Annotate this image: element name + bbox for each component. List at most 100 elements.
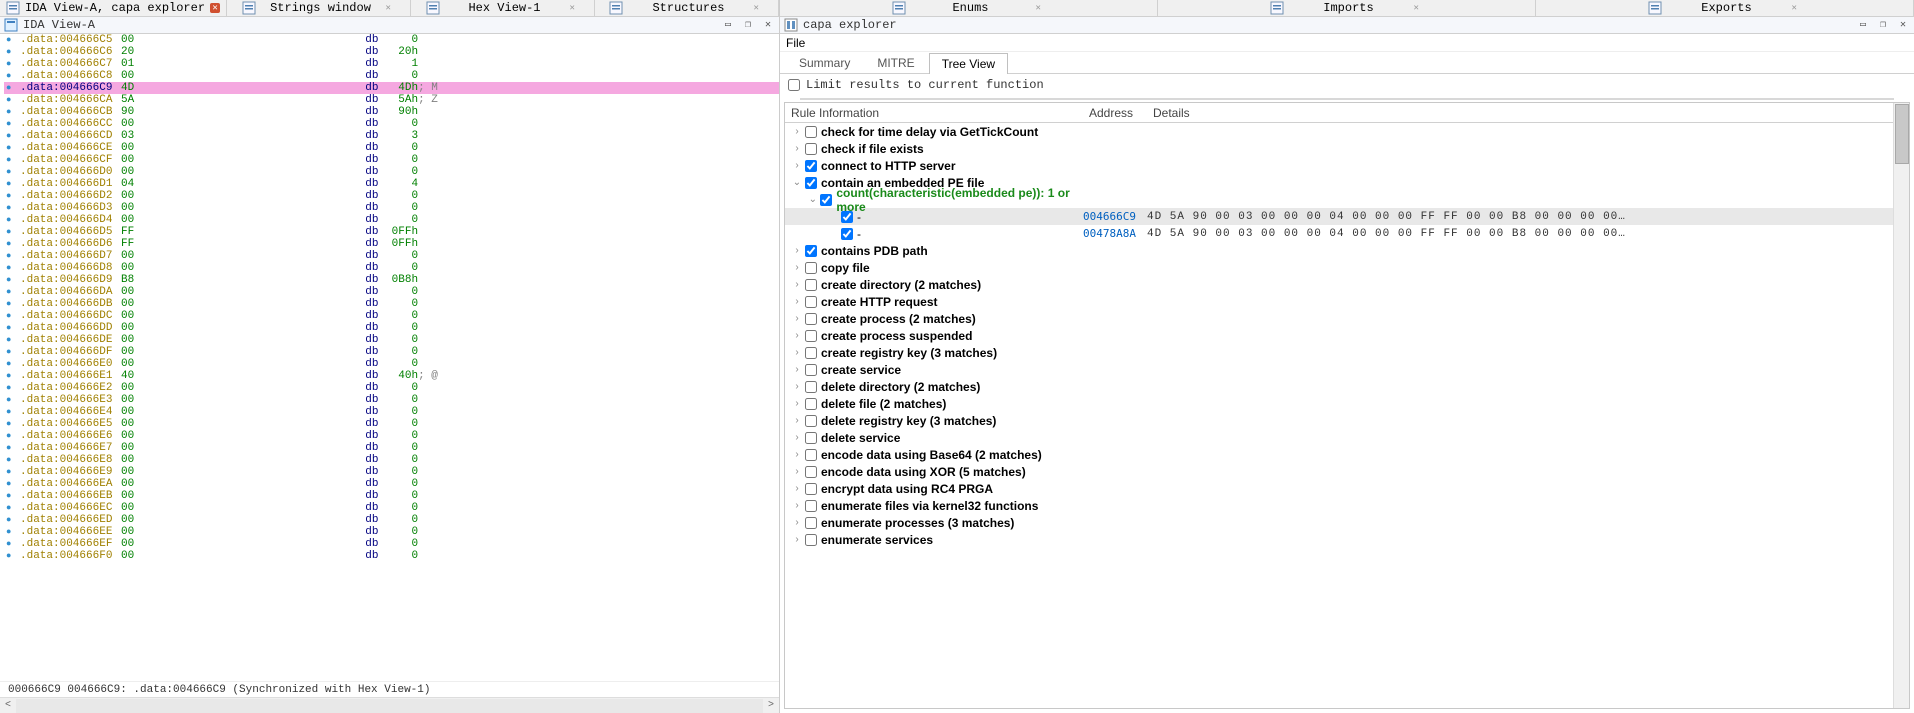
rule-checkbox[interactable] xyxy=(805,245,817,257)
rule-row[interactable]: ›encrypt data using RC4 PRGA xyxy=(785,480,1893,497)
disassembly-listing[interactable]: ●.data:004666C5 00 db 0●.data:004666C6 2… xyxy=(0,34,779,681)
restore-icon[interactable]: ▭ xyxy=(721,19,735,31)
disasm-row[interactable]: ●.data:004666C7 01 db 1 xyxy=(4,58,779,70)
expand-icon[interactable]: › xyxy=(791,466,803,477)
expand-icon[interactable]: › xyxy=(791,126,803,137)
tab-close-icon[interactable]: ✕ xyxy=(386,3,396,13)
rule-checkbox[interactable] xyxy=(805,517,817,529)
disasm-row[interactable]: ●.data:004666E6 00 db 0 xyxy=(4,430,779,442)
rule-row[interactable]: ›copy file xyxy=(785,259,1893,276)
disasm-row[interactable]: ●.data:004666DA 00 db 0 xyxy=(4,286,779,298)
inner-tab-summary[interactable]: Summary xyxy=(786,52,863,73)
expand-icon[interactable]: › xyxy=(791,296,803,307)
collapse-icon[interactable]: ⌄ xyxy=(807,194,818,205)
rule-checkbox[interactable] xyxy=(805,347,817,359)
expand-icon[interactable]: › xyxy=(791,517,803,528)
menu-file[interactable]: File xyxy=(786,36,805,50)
rule-row[interactable]: -004666C94D 5A 90 00 03 00 00 00 04 00 0… xyxy=(785,208,1893,225)
disasm-row[interactable]: ●.data:004666D4 00 db 0 xyxy=(4,214,779,226)
rule-address[interactable]: 00478A8A xyxy=(1083,227,1147,240)
rule-checkbox[interactable] xyxy=(805,381,817,393)
expand-icon[interactable]: › xyxy=(791,364,803,375)
disasm-row[interactable]: ●.data:004666E2 00 db 0 xyxy=(4,382,779,394)
tab-close-icon[interactable]: ✕ xyxy=(210,3,220,13)
rule-row[interactable]: ›delete directory (2 matches) xyxy=(785,378,1893,395)
disasm-row[interactable]: ●.data:004666D8 00 db 0 xyxy=(4,262,779,274)
rule-checkbox[interactable] xyxy=(805,534,817,546)
rule-row[interactable]: ›delete service xyxy=(785,429,1893,446)
col-details[interactable]: Details xyxy=(1147,103,1893,122)
disasm-row[interactable]: ●.data:004666EA 00 db 0 xyxy=(4,478,779,490)
disasm-row[interactable]: ●.data:004666C5 00 db 0 xyxy=(4,34,779,46)
disasm-row[interactable]: ●.data:004666D0 00 db 0 xyxy=(4,166,779,178)
expand-icon[interactable]: › xyxy=(791,432,803,443)
rule-row[interactable]: ›check for time delay via GetTickCount xyxy=(785,123,1893,140)
tab-hex-view-1[interactable]: Hex View-1✕ xyxy=(411,0,595,16)
disasm-row[interactable]: ●.data:004666EC 00 db 0 xyxy=(4,502,779,514)
rule-row[interactable]: ›encode data using XOR (5 matches) xyxy=(785,463,1893,480)
disasm-row[interactable]: ●.data:004666EB 00 db 0 xyxy=(4,490,779,502)
disasm-row[interactable]: ●.data:004666DF 00 db 0 xyxy=(4,346,779,358)
tab-close-icon[interactable]: ✕ xyxy=(1414,3,1424,13)
disasm-row[interactable]: ●.data:004666D9 B8 db 0B8h xyxy=(4,274,779,286)
disasm-row[interactable]: ●.data:004666EF 00 db 0 xyxy=(4,538,779,550)
rule-checkbox[interactable] xyxy=(805,313,817,325)
disasm-row[interactable]: ●.data:004666EE 00 db 0 xyxy=(4,526,779,538)
disasm-row[interactable]: ●.data:004666D3 00 db 0 xyxy=(4,202,779,214)
disasm-row[interactable]: ●.data:004666C9 4D db 4Dh ; M xyxy=(4,82,779,94)
inner-tab-tree-view[interactable]: Tree View xyxy=(929,53,1008,74)
inner-tab-mitre[interactable]: MITRE xyxy=(864,52,927,73)
rule-row[interactable]: ›create directory (2 matches) xyxy=(785,276,1893,293)
disasm-row[interactable]: ●.data:004666D7 00 db 0 xyxy=(4,250,779,262)
rule-checkbox[interactable] xyxy=(805,415,817,427)
rule-row[interactable]: ›create HTTP request xyxy=(785,293,1893,310)
disasm-row[interactable]: ●.data:004666E3 00 db 0 xyxy=(4,394,779,406)
tab-imports[interactable]: Imports✕ xyxy=(1158,0,1536,16)
col-address[interactable]: Address xyxy=(1083,103,1147,122)
rule-checkbox[interactable] xyxy=(841,211,853,223)
expand-icon[interactable]: › xyxy=(791,415,803,426)
expand-icon[interactable]: › xyxy=(791,347,803,358)
expand-icon[interactable]: › xyxy=(791,398,803,409)
disasm-row[interactable]: ●.data:004666DB 00 db 0 xyxy=(4,298,779,310)
close-icon[interactable]: ✕ xyxy=(761,19,775,31)
rule-checkbox[interactable] xyxy=(805,296,817,308)
horizontal-scrollbar[interactable]: < > xyxy=(0,697,779,713)
disasm-row[interactable]: ●.data:004666E9 00 db 0 xyxy=(4,466,779,478)
limit-checkbox[interactable] xyxy=(788,79,800,91)
disasm-row[interactable]: ●.data:004666D2 00 db 0 xyxy=(4,190,779,202)
col-rule[interactable]: Rule Information xyxy=(785,103,1083,122)
disasm-row[interactable]: ●.data:004666DC 00 db 0 xyxy=(4,310,779,322)
scroll-right-icon[interactable]: > xyxy=(763,700,779,711)
rules-tree[interactable]: Rule Information Address Details ›check … xyxy=(785,103,1893,708)
rule-checkbox[interactable] xyxy=(805,466,817,478)
rule-checkbox[interactable] xyxy=(841,228,853,240)
tab-exports[interactable]: Exports✕ xyxy=(1536,0,1914,16)
disasm-row[interactable]: ●.data:004666D6 FF db 0FFh xyxy=(4,238,779,250)
disasm-row[interactable]: ●.data:004666E4 00 db 0 xyxy=(4,406,779,418)
rule-row[interactable]: ›delete file (2 matches) xyxy=(785,395,1893,412)
rule-checkbox[interactable] xyxy=(805,449,817,461)
disasm-row[interactable]: ●.data:004666ED 00 db 0 xyxy=(4,514,779,526)
rule-row[interactable]: ›delete registry key (3 matches) xyxy=(785,412,1893,429)
rule-row[interactable]: ⌄count(characteristic(embedded pe)): 1 o… xyxy=(785,191,1893,208)
rule-row[interactable]: ›contains PDB path xyxy=(785,242,1893,259)
rule-checkbox[interactable] xyxy=(805,279,817,291)
rule-row[interactable]: ›connect to HTTP server xyxy=(785,157,1893,174)
disasm-row[interactable]: ●.data:004666DD 00 db 0 xyxy=(4,322,779,334)
expand-icon[interactable]: › xyxy=(791,449,803,460)
tab-structures[interactable]: Structures✕ xyxy=(595,0,779,16)
vertical-scrollbar[interactable] xyxy=(1893,103,1909,708)
close-icon[interactable]: ✕ xyxy=(1896,19,1910,31)
expand-icon[interactable]: › xyxy=(791,381,803,392)
disasm-row[interactable]: ●.data:004666E0 00 db 0 xyxy=(4,358,779,370)
rule-row[interactable]: ›enumerate files via kernel32 functions xyxy=(785,497,1893,514)
rule-checkbox[interactable] xyxy=(805,500,817,512)
rule-checkbox[interactable] xyxy=(805,330,817,342)
disasm-row[interactable]: ●.data:004666E5 00 db 0 xyxy=(4,418,779,430)
disasm-row[interactable]: ●.data:004666C6 20 db 20h xyxy=(4,46,779,58)
rule-checkbox[interactable] xyxy=(805,432,817,444)
rule-row[interactable]: ›create service xyxy=(785,361,1893,378)
disasm-row[interactable]: ●.data:004666C8 00 db 0 xyxy=(4,70,779,82)
disasm-row[interactable]: ●.data:004666D1 04 db 4 xyxy=(4,178,779,190)
